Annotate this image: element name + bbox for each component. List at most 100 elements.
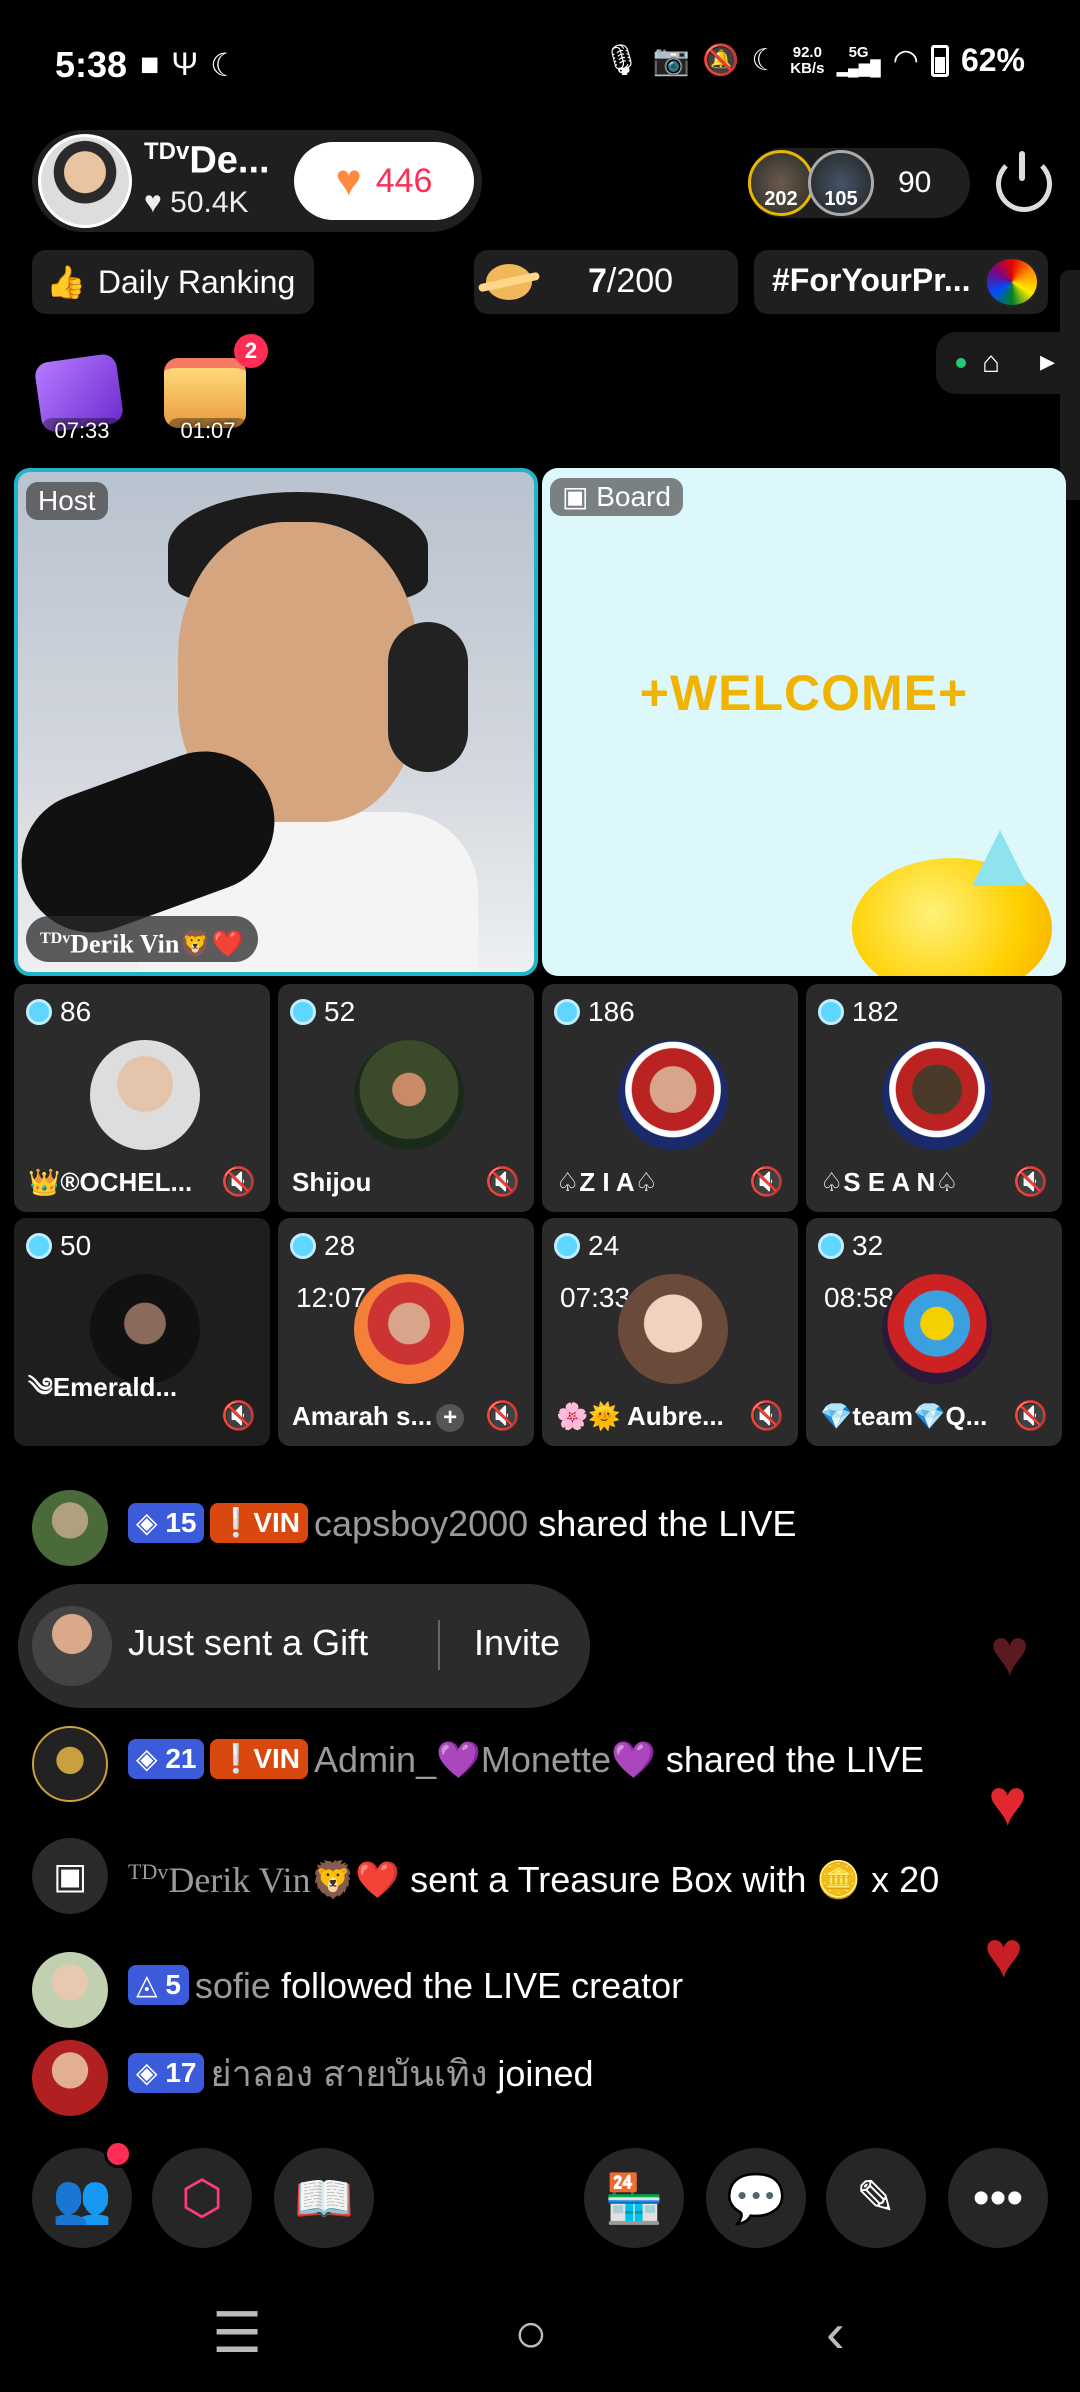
chat-username[interactable]: TDvDerik Vin🦁❤️ <box>128 1859 400 1900</box>
guest-avatar[interactable] <box>882 1040 992 1150</box>
mic-icon: 🎙 <box>602 44 641 77</box>
home-button[interactable]: ○ <box>514 2300 548 2365</box>
viewer-count: 90 <box>898 166 932 199</box>
magic-wand-icon: ✎ <box>855 2172 897 2225</box>
gift-timer: 07:33 <box>42 418 122 444</box>
chat-avatar[interactable] <box>32 2040 108 2116</box>
host-likes: ♥ 50.4K <box>144 186 249 219</box>
guest-name: ♤S E A N♤ <box>820 1167 959 1197</box>
headphone-icon <box>388 622 468 772</box>
guest-count: 24 <box>554 1230 619 1262</box>
more-dots-icon: ••• <box>972 2171 1024 2225</box>
guest-count: 86 <box>26 996 91 1028</box>
guest-name: ༄Emerald... <box>28 1372 178 1402</box>
gem-icon <box>290 999 316 1025</box>
top-viewers[interactable]: 202 105 90 <box>748 148 970 218</box>
book-sparkle-icon: 📖 <box>294 2172 354 2226</box>
guest-count: 50 <box>26 1230 91 1262</box>
level-badge: ◈ 21 <box>128 1739 205 1779</box>
chat-username[interactable]: capsboy2000 <box>314 1503 528 1544</box>
guest-avatar[interactable] <box>354 1040 464 1150</box>
guest-tile[interactable]: 182 ♤S E A N♤ 🔇 <box>806 984 1062 1212</box>
guest-tile[interactable]: 28 12:07 Amarah s... + 🔇 <box>278 1218 534 1446</box>
chat-avatar[interactable] <box>32 1952 108 2028</box>
chat-username[interactable]: Admin_💜Monette💜 <box>314 1739 656 1780</box>
camera-icon: 📷 <box>652 44 690 77</box>
system-nav-bar: ☰ ○ ‹ <box>0 2280 1080 2392</box>
moon-icon: ☾ <box>751 44 779 77</box>
board-tile[interactable]: ▣ Board +WELCOME+ <box>542 468 1066 976</box>
back-button[interactable]: ‹ <box>826 2300 845 2365</box>
guest-tile[interactable]: 86 👑®OCHEL... 🔇 <box>14 984 270 1212</box>
host-tile-name[interactable]: TDvDerik Vin🦁❤️ <box>26 916 259 962</box>
hashtag-label: #ForYourPr... <box>772 262 971 298</box>
guest-name: ♤Z I A♤ <box>556 1167 658 1197</box>
chat-content: joined <box>487 2053 594 2094</box>
chat-content: sent a Treasure Box with 🪙 x 20 <box>400 1859 940 1900</box>
viewer-avatar[interactable]: 105 <box>808 150 874 216</box>
status-left-icons: ■ Ψ ☾ <box>140 46 239 84</box>
side-panel-toggle[interactable]: ⌂ ▸ <box>936 332 1080 394</box>
hashtag-button[interactable]: #ForYourPr... <box>754 250 1048 314</box>
guest-name: Shijou <box>292 1167 372 1197</box>
shop-button[interactable]: 🏪 <box>584 2148 684 2248</box>
magic-book-button[interactable]: 📖 <box>274 2148 374 2248</box>
battery-percent: 62% <box>960 42 1025 78</box>
guest-avatar[interactable] <box>354 1274 464 1384</box>
viewer-avatar[interactable]: 202 <box>748 150 814 216</box>
chat-username[interactable]: sofie <box>195 1965 271 2006</box>
guest-count: 52 <box>290 996 355 1028</box>
chat-username[interactable]: ย่าลอง สายบันเทิง <box>210 2053 487 2094</box>
guest-tile[interactable]: 32 08:58 💎team💎Q... 🔇 <box>806 1218 1062 1446</box>
chat-text: ◈ 17 ย่าลอง สายบันเทิง joined <box>128 2050 1058 2098</box>
edge-handle[interactable] <box>1060 270 1080 500</box>
mic-muted-icon: 🔇 <box>221 1400 256 1431</box>
guest-tile[interactable]: 186 ♤Z I A♤ 🔇 <box>542 984 798 1212</box>
net-speed: 92.0 KB/s <box>790 43 825 77</box>
more-button[interactable]: ••• <box>948 2148 1048 2248</box>
thumbs-up-icon: 👍 <box>46 264 86 300</box>
planet-progress: 7/200 <box>588 262 674 300</box>
chat-text: ◈ 15 ❕VIN capsboy2000 shared the LIVE <box>128 1500 1058 1548</box>
heart-icon: ♥ <box>988 1765 1028 1839</box>
host-video-tile[interactable]: Host TDvDerik Vin🦁❤️ <box>14 468 538 976</box>
status-bar: 5:38 ■ Ψ ☾ 🎙 📷 🔕 ☾ 92.0 KB/s 5G ▂▄▆█ ◠ 6… <box>0 0 1080 130</box>
gift-pill-text: Just sent a Gift <box>128 1622 369 1663</box>
planet-goal[interactable]: 7/200 <box>474 250 738 314</box>
usb-icon: Ψ <box>171 46 199 82</box>
gem-icon <box>818 1233 844 1259</box>
guest-avatar[interactable] <box>618 1274 728 1384</box>
chest-badge: 2 <box>234 334 268 368</box>
guest-avatar[interactable] <box>90 1040 200 1150</box>
play-arrow-icon: ▸ <box>1040 345 1056 378</box>
gift-box[interactable]: 07:33 <box>32 350 132 444</box>
guest-avatar[interactable] <box>882 1274 992 1384</box>
chat-avatar[interactable] <box>32 1726 108 1802</box>
plus-icon[interactable]: + <box>436 1404 465 1432</box>
recent-apps-button[interactable]: ☰ <box>212 2300 262 2366</box>
gift-notification[interactable]: Just sent a Gift Invite <box>18 1584 590 1708</box>
vin-badge: ❕VIN <box>210 1739 309 1779</box>
heart-icon: ♥ <box>990 1615 1030 1689</box>
host-avatar[interactable] <box>38 134 132 228</box>
gift-sender-avatar[interactable] <box>32 1606 112 1686</box>
heart-icon: ♥ <box>984 1917 1024 1991</box>
guest-tile[interactable]: 52 Shijou 🔇 <box>278 984 534 1212</box>
chat-content: shared the LIVE <box>655 1739 924 1780</box>
enhance-button[interactable]: ✎ <box>826 2148 926 2248</box>
power-icon[interactable] <box>996 151 1052 212</box>
welcome-text: +WELCOME+ <box>639 665 969 721</box>
daily-ranking-button[interactable]: 👍 Daily Ranking <box>32 250 314 314</box>
level-badge: ◬ 5 <box>128 1965 189 2005</box>
comment-button[interactable]: 💬 <box>706 2148 806 2248</box>
host-info[interactable]: TDvDe... ♥ 50.4K ♥ 446 <box>32 130 482 232</box>
guest-tile[interactable]: 24 07:33 🌸🌞 Aubre... 🔇 <box>542 1218 798 1446</box>
like-button[interactable]: ♥ 446 <box>294 142 474 220</box>
guest-avatar[interactable] <box>618 1040 728 1150</box>
guest-name: 👑®OCHEL... <box>28 1167 193 1197</box>
guest-name: 🌸🌞 Aubre... <box>556 1401 724 1431</box>
invite-button[interactable]: Invite <box>474 1622 560 1664</box>
effects-button[interactable]: ⬡ <box>152 2148 252 2248</box>
guest-tile[interactable]: 50 ༄Emerald... 🔇 <box>14 1218 270 1446</box>
chat-avatar[interactable] <box>32 1490 108 1566</box>
